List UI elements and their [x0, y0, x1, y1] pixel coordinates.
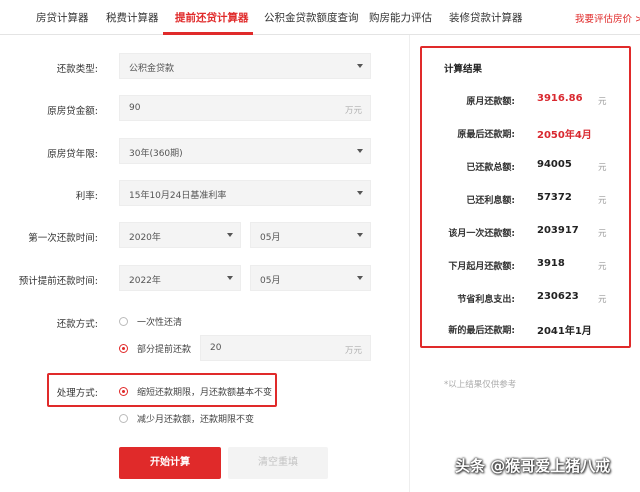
active-tab-indicator [163, 32, 253, 35]
result-title: 计算结果 [444, 64, 483, 75]
loan-amount-value: 90 [129, 103, 141, 113]
panel-divider [409, 35, 410, 492]
radio-partial-repay[interactable] [119, 344, 128, 353]
result-label: 节省利息支出: [457, 295, 515, 305]
prepay-year-value: 2022年 [129, 276, 161, 286]
repay-option-full-label: 一次性还清 [137, 318, 183, 328]
tab-tax-calculator[interactable]: 税费计算器 [106, 10, 159, 25]
prepay-time-label: 预计提前还款时间: [18, 276, 98, 287]
result-label: 新的最后还款期: [448, 326, 515, 336]
watermark: 头条 @猴哥爱上猪八戒 [455, 457, 611, 475]
rate-select[interactable]: 15年10月24日基准利率 [119, 180, 371, 206]
result-unit: 元 [598, 163, 607, 173]
result-label: 原最后还款期: [457, 130, 515, 140]
repay-option-partial-label: 部分提前还款 [137, 345, 192, 355]
result-label: 原月还款额: [466, 97, 515, 107]
loan-type-value: 公积金贷款 [129, 64, 175, 74]
loan-term-label: 原房贷年限: [47, 149, 98, 160]
loan-amount-label: 原房贷金额: [47, 106, 98, 117]
chevron-down-icon [357, 233, 363, 237]
repay-method-label: 还款方式: [56, 319, 98, 330]
reset-button[interactable]: 清空重填 [228, 447, 328, 479]
tab-purchase-ability[interactable]: 购房能力评估 [369, 10, 432, 25]
result-label: 已还款总额: [466, 163, 515, 173]
result-label: 该月一次还款额: [448, 229, 515, 239]
result-unit: 元 [598, 196, 607, 206]
radio-full-repay[interactable] [119, 317, 128, 326]
prepay-month-select[interactable]: 05月 [250, 265, 371, 291]
result-unit: 元 [598, 295, 607, 305]
result-label: 已还利息额: [466, 196, 515, 206]
chevron-down-icon [227, 276, 233, 280]
result-value: 2041年1月 [537, 326, 592, 337]
prepay-year-select[interactable]: 2022年 [119, 265, 241, 291]
radio-reduce-payment[interactable] [119, 414, 128, 423]
tab-renovation-loan[interactable]: 装修贷款计算器 [449, 10, 523, 25]
rate-label: 利率: [75, 191, 98, 202]
chevron-down-icon [227, 233, 233, 237]
tab-provident-fund-quota[interactable]: 公积金贷款额度查询 [264, 10, 359, 25]
handling-option-reduce-label: 减少月还款额，还款期限不变 [137, 415, 255, 425]
prepay-month-value: 05月 [260, 276, 281, 286]
calculator-tabs: 房贷计算器 税费计算器 提前还贷计算器 公积金贷款额度查询 购房能力评估 装修贷… [0, 0, 640, 35]
chevron-down-icon [357, 149, 363, 153]
result-unit: 元 [598, 229, 607, 239]
handling-option-shorten-label: 缩短还款期限，月还款额基本不变 [137, 388, 273, 398]
partial-amount-value: 20 [210, 343, 222, 353]
first-repay-time-label: 第一次还款时间: [28, 233, 98, 244]
rate-value: 15年10月24日基准利率 [129, 191, 227, 201]
loan-type-label: 还款类型: [56, 64, 98, 75]
chevron-down-icon [357, 276, 363, 280]
result-value: 203917 [537, 225, 579, 236]
partial-amount-unit: 万元 [344, 346, 362, 356]
chevron-down-icon [357, 64, 363, 68]
start-calculation-button[interactable]: 开始计算 [119, 447, 221, 479]
radio-shorten-term[interactable] [119, 387, 128, 396]
chevron-down-icon [357, 191, 363, 195]
loan-type-select[interactable]: 公积金贷款 [119, 53, 371, 79]
result-unit: 元 [598, 97, 607, 107]
loan-amount-input[interactable]: 90 万元 [119, 95, 371, 121]
result-value: 57372 [537, 192, 572, 203]
first-repay-year-select[interactable]: 2020年 [119, 222, 241, 248]
handling-label: 处理方式: [56, 388, 98, 399]
first-repay-month-select[interactable]: 05月 [250, 222, 371, 248]
loan-term-value: 30年(360期) [129, 149, 183, 159]
result-value: 2050年4月 [537, 130, 592, 141]
first-repay-year-value: 2020年 [129, 233, 161, 243]
tab-mortgage-calculator[interactable]: 房贷计算器 [36, 10, 89, 25]
tab-prepayment-calculator[interactable]: 提前还贷计算器 [175, 10, 249, 25]
result-value: 230623 [537, 291, 579, 302]
result-unit: 元 [598, 262, 607, 272]
partial-amount-input[interactable]: 20 万元 [200, 335, 371, 361]
result-label: 下月起月还款额: [448, 262, 515, 272]
evaluate-house-price-link[interactable]: 我要评估房价 > [575, 11, 640, 25]
loan-term-select[interactable]: 30年(360期) [119, 138, 371, 164]
result-disclaimer: *以上结果仅供参考 [444, 380, 517, 390]
result-value: 94005 [537, 159, 572, 170]
result-value: 3918 [537, 258, 565, 269]
first-repay-month-value: 05月 [260, 233, 281, 243]
loan-amount-unit: 万元 [344, 106, 362, 116]
result-value: 3916.86 [537, 93, 583, 104]
